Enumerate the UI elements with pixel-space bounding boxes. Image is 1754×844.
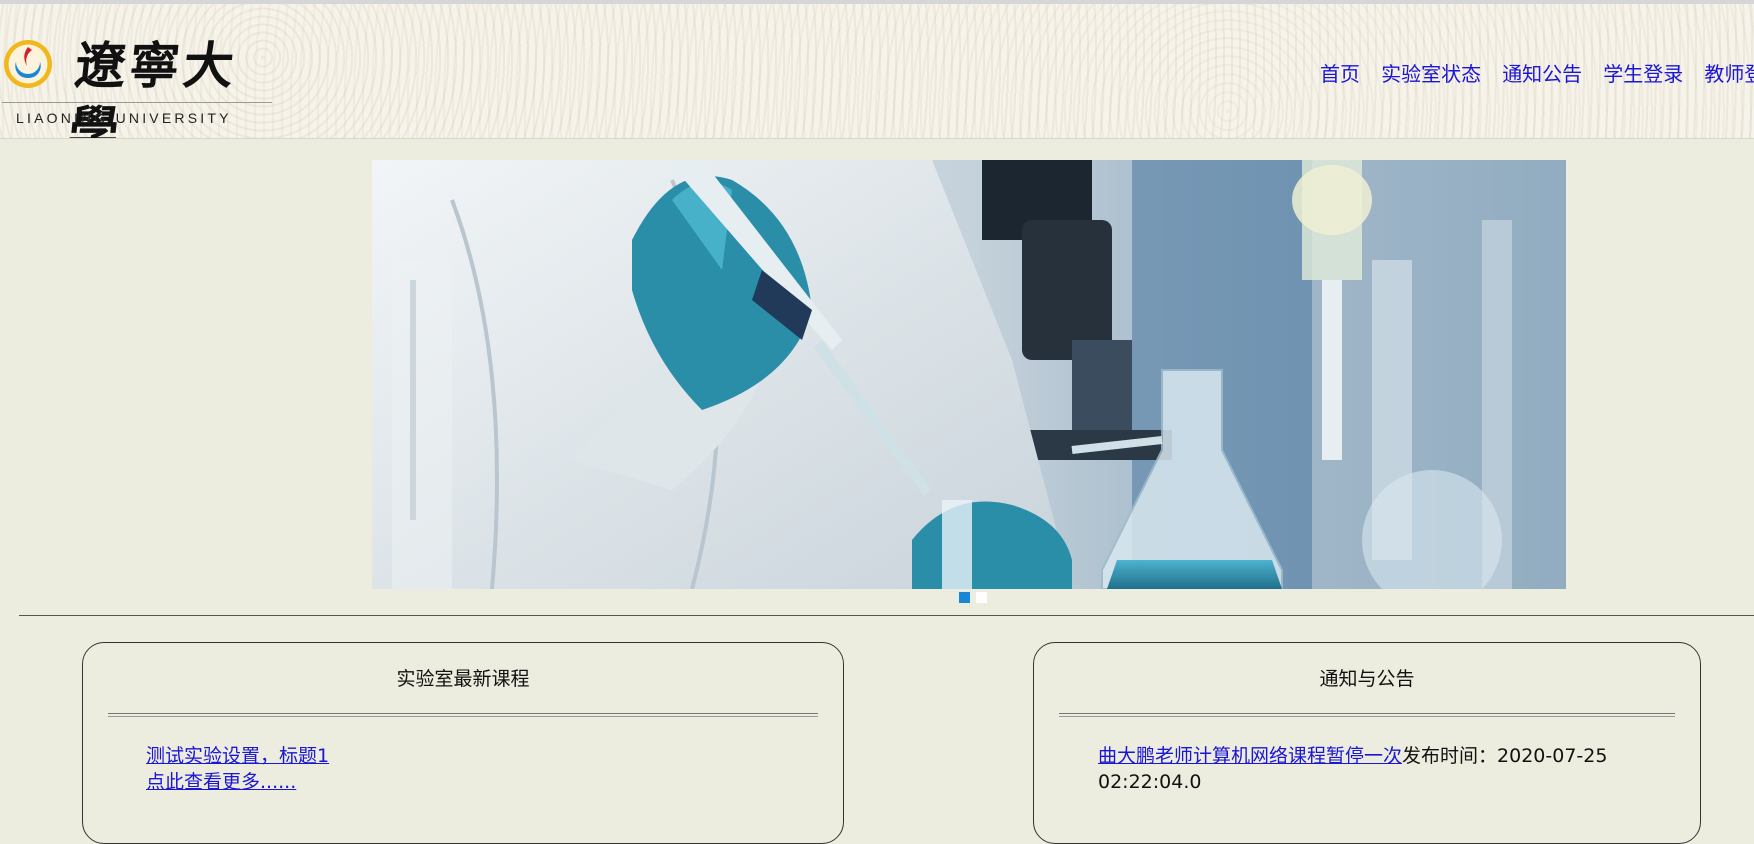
- section-divider: [19, 615, 1754, 616]
- notices-title-rule: [1059, 713, 1675, 717]
- notice-time-label: 发布时间：: [1402, 745, 1498, 767]
- carousel-dot-1[interactable]: [959, 592, 970, 603]
- laboratory-photo: [372, 160, 1566, 589]
- main-nav: 首页 实验室状态 通知公告 学生登录 教师登录: [1320, 58, 1754, 87]
- notices-list: 曲大鹏老师计算机网络课程暂停一次发布时间：2020-07-25 02:22:04…: [1098, 743, 1638, 795]
- banner-carousel[interactable]: [372, 160, 1566, 589]
- notice-item: 曲大鹏老师计算机网络课程暂停一次发布时间：2020-07-25 02:22:04…: [1098, 743, 1638, 795]
- courses-list: 测试实验设置，标题1 点此查看更多......: [146, 743, 329, 795]
- notices-title: 通知与公告: [1319, 668, 1415, 690]
- nav-teacher-login[interactable]: 教师登录: [1704, 62, 1754, 86]
- university-emblem-icon: [4, 40, 52, 88]
- notice-link[interactable]: 曲大鹏老师计算机网络课程暂停一次: [1098, 745, 1402, 767]
- courses-more-link[interactable]: 点此查看更多......: [146, 771, 296, 793]
- courses-title-rule: [108, 713, 818, 717]
- carousel-indicators: [959, 588, 993, 603]
- nav-notices[interactable]: 通知公告: [1502, 62, 1582, 86]
- university-logo[interactable]: 遼寧大學 LIAONING UNIVERSITY: [0, 32, 275, 138]
- nav-student-login[interactable]: 学生登录: [1603, 62, 1683, 86]
- site-header: 遼寧大學 LIAONING UNIVERSITY 首页 实验室状态 通知公告 学…: [0, 4, 1754, 139]
- logo-divider: [2, 102, 272, 103]
- carousel-dot-2[interactable]: [976, 592, 987, 603]
- nav-home[interactable]: 首页: [1320, 62, 1360, 86]
- courses-title: 实验室最新课程: [396, 668, 530, 690]
- nav-lab-status[interactable]: 实验室状态: [1381, 62, 1481, 86]
- notices-panel: 通知与公告 曲大鹏老师计算机网络课程暂停一次发布时间：2020-07-25 02…: [1033, 642, 1701, 844]
- courses-panel: 实验室最新课程 测试实验设置，标题1 点此查看更多......: [82, 642, 844, 844]
- logo-english-name: LIAONING UNIVERSITY: [16, 110, 232, 126]
- course-link[interactable]: 测试实验设置，标题1: [146, 745, 329, 767]
